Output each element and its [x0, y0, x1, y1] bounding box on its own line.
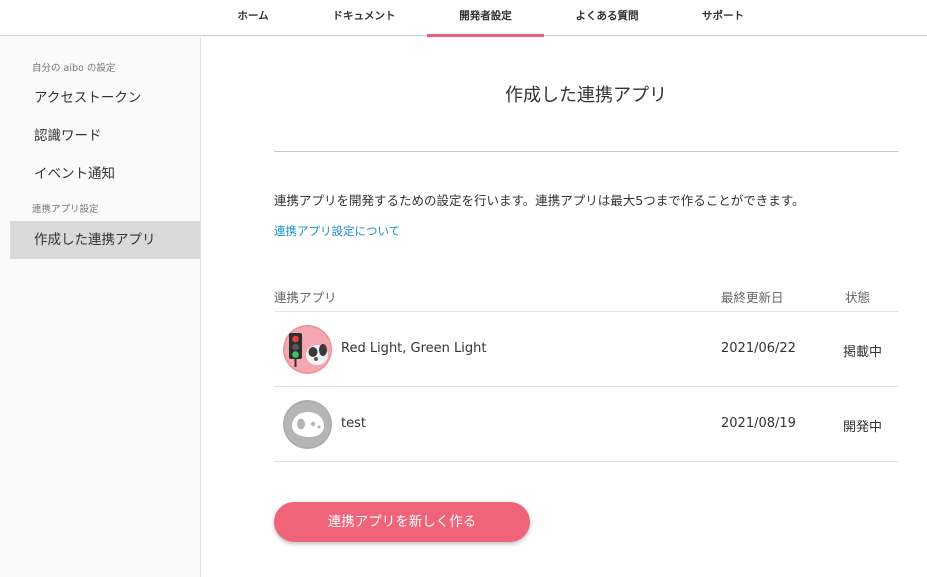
header-status: 状態	[845, 290, 871, 305]
app-updated-date: 2021/08/19	[721, 416, 796, 431]
app-updated-date: 2021/06/22	[721, 341, 796, 356]
table-row[interactable]: test 2021/08/19 開発中	[274, 387, 898, 462]
sidebar-item-recognition-words[interactable]: 認識ワード	[10, 117, 200, 155]
tab-home[interactable]: ホーム	[214, 0, 292, 36]
sidebar: 自分の aibo の設定 アクセストークン 認識ワード イベント通知 連携アプリ…	[0, 37, 201, 577]
app-name[interactable]: test	[341, 416, 366, 431]
create-new-app-button[interactable]: 連携アプリを新しく作る	[274, 502, 530, 542]
table-row[interactable]: Red Light, Green Light 2021/06/22 掲載中	[274, 312, 898, 387]
tab-documents[interactable]: ドキュメント	[312, 0, 416, 36]
sidebar-item-created-apps[interactable]: 作成した連携アプリ	[10, 221, 200, 259]
page-title: 作成した連携アプリ	[505, 85, 667, 106]
app-status: 掲載中	[843, 345, 883, 360]
title-divider	[274, 151, 898, 152]
table-header: 連携アプリ 最終更新日 状態	[274, 277, 898, 312]
header-updated: 最終更新日	[721, 290, 784, 305]
apps-table: 連携アプリ 最終更新日 状態 Red Light, Green Light 20…	[274, 277, 898, 462]
sidebar-section-aibo-settings: 自分の aibo の設定	[32, 63, 116, 74]
main-content: 作成した連携アプリ 連携アプリを開発するための設定を行います。連携アプリは最大5…	[201, 37, 927, 577]
traffic-light-aibo-icon	[283, 325, 332, 374]
app-name[interactable]: Red Light, Green Light	[341, 341, 486, 356]
page-description: 連携アプリを開発するための設定を行います。連携アプリは最大5つまで作ることができ…	[274, 193, 805, 208]
tab-faq[interactable]: よくある質問	[556, 0, 658, 36]
sidebar-item-event-notification[interactable]: イベント通知	[10, 155, 200, 193]
sidebar-section-app-settings: 連携アプリ設定	[32, 204, 99, 215]
tab-support[interactable]: サポート	[676, 0, 770, 36]
header-app: 連携アプリ	[274, 290, 337, 305]
app-settings-help-link[interactable]: 連携アプリ設定について	[274, 223, 400, 239]
aibo-default-icon	[283, 400, 332, 449]
top-navigation: ホーム ドキュメント 開発者設定 よくある質問 サポート	[0, 0, 927, 37]
tab-developer-settings[interactable]: 開発者設定	[427, 0, 544, 37]
sidebar-item-access-token[interactable]: アクセストークン	[10, 79, 200, 117]
app-status: 開発中	[843, 420, 883, 435]
